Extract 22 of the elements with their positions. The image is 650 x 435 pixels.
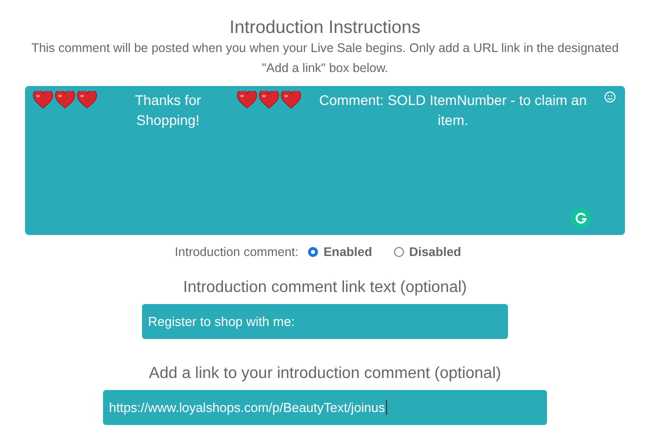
field-label: Introduction comment link text (optional)	[183, 278, 467, 298]
heart-icon	[77, 91, 97, 109]
heart-icon	[33, 91, 53, 109]
input-field[interactable]: Register to shop with me:	[142, 304, 508, 339]
radio-button[interactable]	[394, 247, 404, 257]
radio-button[interactable]	[308, 247, 318, 257]
option-label[interactable]: Enabled	[323, 245, 372, 259]
section-title: Introduction Instructions	[229, 16, 421, 38]
description-text: This comment will be posted when you when your Live Sale begins. Only add a URL link in the designated "Add a link" box below.	[30, 40, 620, 77]
emoji-icon[interactable]	[604, 91, 616, 103]
heart-icon	[55, 91, 75, 109]
refresh-icon[interactable]	[571, 208, 591, 228]
heart-icon	[258, 91, 279, 109]
heart-icon	[236, 91, 257, 109]
heart-icon	[280, 91, 301, 109]
comment-field[interactable]: Thanks for Shopping! Comment: SOLD ItemNumber - to claim an item.	[25, 86, 625, 235]
field-label: Introduction comment:	[174, 245, 298, 259]
option-label[interactable]: Disabled	[409, 245, 462, 259]
input-field[interactable]: https://www.loyalshops.com/p/BeautyText/joinus	[103, 390, 547, 425]
comment-text: Thanks for Shopping!	[134, 91, 202, 130]
comment-text: Comment: SOLD ItemNumber - to claim an item.	[318, 91, 588, 130]
field-label: Add a link to your introduction comment (optional)	[148, 364, 502, 384]
